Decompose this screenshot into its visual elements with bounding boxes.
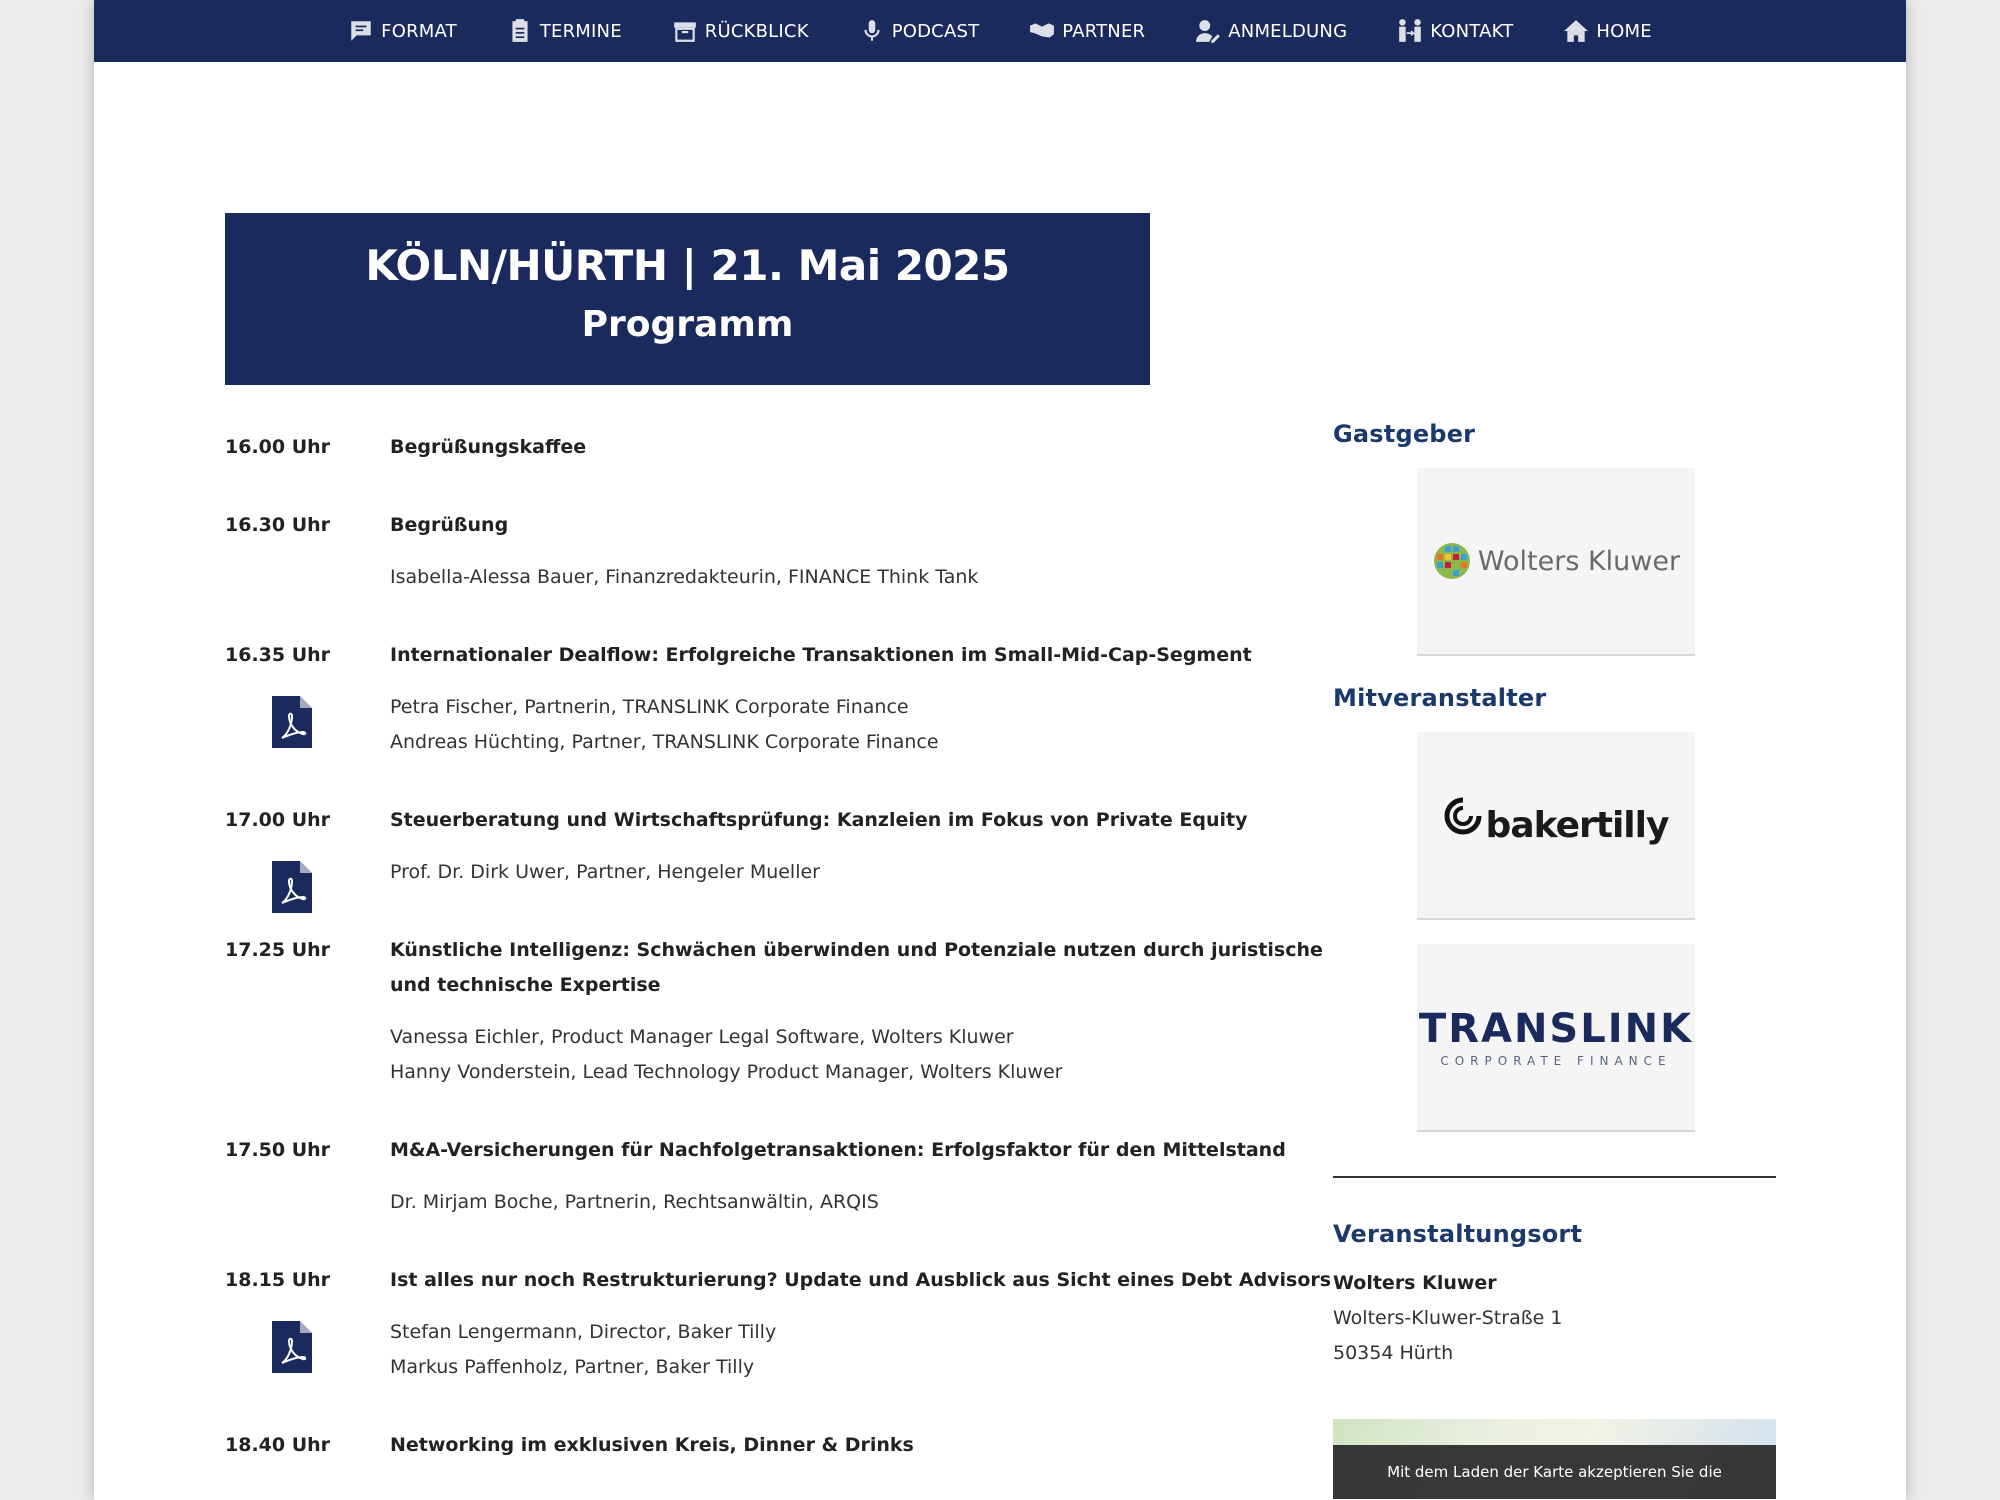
programme-list: 16.00 Uhr Begrüßungskaffee 16.30 Uhr Beg…	[225, 430, 1365, 1463]
nav-label: ANMELDUNG	[1228, 20, 1348, 42]
wolters-kluwer-logo	[1433, 543, 1470, 579]
programme-title: Begrüßung	[390, 514, 509, 536]
venue-map[interactable]: Mit dem Laden der Karte akzeptieren Sie …	[1333, 1419, 1776, 1499]
programme-item: 17.50 Uhr M&A-Versicherungen für Nachfol…	[225, 1133, 1365, 1220]
programme-item: 18.40 Uhr Networking im exklusiven Kreis…	[225, 1428, 1365, 1463]
programme-time: 16.30 Uhr	[225, 514, 331, 536]
sidebar-divider	[1333, 1176, 1776, 1178]
programme-item: 16.00 Uhr Begrüßungskaffee	[225, 430, 1365, 465]
nav-label: HOME	[1596, 20, 1652, 42]
nav-item-anmeldung[interactable]: ANMELDUNG	[1170, 0, 1372, 62]
programme-time: 18.40 Uhr	[225, 1434, 331, 1456]
archive-box-icon	[673, 22, 696, 42]
nav-label: TERMINE	[539, 20, 622, 42]
speaker: Dr. Mirjam Boche, Partnerin, Rechtsanwäl…	[390, 1191, 879, 1213]
speaker: Andreas Hüchting, Partner, TRANSLINK Cor…	[390, 731, 939, 753]
microphone-icon	[864, 20, 880, 41]
translink-logo-subtext: CORPORATE FINANCE	[1440, 1054, 1672, 1068]
programme-title: Internationaler Dealflow: Erfolgreiche T…	[390, 644, 1252, 666]
venue-city: 50354 Hürth	[1333, 1342, 1454, 1364]
programme-time: 17.25 Uhr	[225, 939, 331, 961]
speaker: Vanessa Eichler, Product Manager Legal S…	[390, 1026, 1014, 1048]
nav-item-format[interactable]: FORMAT	[323, 0, 482, 62]
nav-item-home[interactable]: HOME	[1538, 0, 1676, 62]
venue-street: Wolters-Kluwer-Straße 1	[1333, 1307, 1563, 1329]
host-heading: Gastgeber	[1333, 420, 1476, 448]
programme-item: 16.35 Uhr Internationaler Dealflow: Erfo…	[225, 638, 1365, 760]
programme-time: 17.50 Uhr	[225, 1139, 331, 1161]
page: FORMAT TERMINE RÜCKBLICK PODCAST PARTNER…	[94, 0, 1906, 1500]
nav-item-podcast[interactable]: PODCAST	[834, 0, 1005, 62]
bakertilly-swirl-icon	[1444, 797, 1482, 835]
nav-item-kontakt[interactable]: KONTAKT	[1372, 0, 1538, 62]
speaker: Stefan Lengermann, Director, Baker Tilly	[390, 1321, 777, 1343]
speech-bubble-icon	[351, 21, 371, 41]
pdf-download-icon[interactable]	[272, 861, 312, 913]
bakertilly-logo-text: bakertilly	[1485, 804, 1670, 846]
nav-label: PARTNER	[1062, 20, 1146, 42]
programme-item: 17.00 Uhr Steuerberatung und Wirtschafts…	[225, 803, 1365, 913]
speaker: Prof. Dr. Dirk Uwer, Partner, Hengeler M…	[390, 861, 820, 883]
main-nav: FORMAT TERMINE RÜCKBLICK PODCAST PARTNER…	[94, 0, 1906, 62]
handshake-icon	[1030, 23, 1055, 38]
host-logo-wolters-kluwer[interactable]: Wolters Kluwer	[1417, 468, 1695, 656]
programme-title: Künstliche Intelligenz: Schwächen überwi…	[390, 939, 1323, 996]
map-consent-note: Mit dem Laden der Karte akzeptieren Sie …	[1333, 1445, 1776, 1499]
speaker: Hanny Vonderstein, Lead Technology Produ…	[390, 1061, 1063, 1083]
programme-title: M&A-Versicherungen für Nachfolgetransakt…	[390, 1139, 1286, 1161]
nav-item-termine[interactable]: TERMINE	[482, 0, 647, 62]
pdf-download-icon[interactable]	[272, 696, 312, 748]
house-icon	[1564, 20, 1589, 42]
coorganizer-logo-translink[interactable]: TRANSLINK CORPORATE FINANCE	[1417, 944, 1695, 1132]
nav-item-partner[interactable]: PARTNER	[1004, 0, 1170, 62]
translink-logo-text: TRANSLINK	[1418, 1006, 1694, 1052]
page-title: KÖLN/HÜRTH | 21. Mai 2025	[365, 241, 1010, 290]
people-arrows-icon	[1399, 19, 1422, 42]
host-logo-text: Wolters Kluwer	[1477, 545, 1681, 577]
nav-label: KONTAKT	[1430, 20, 1514, 42]
programme-title: Begrüßungskaffee	[390, 436, 587, 458]
nav-label: RÜCKBLICK	[704, 20, 809, 42]
programme-title: Ist alles nur noch Restrukturierung? Upd…	[390, 1269, 1332, 1291]
programme-title: Networking im exklusiven Kreis, Dinner &…	[390, 1434, 914, 1456]
coorganizer-logo-bakertilly[interactable]: bakertilly	[1417, 732, 1695, 920]
pdf-download-icon[interactable]	[272, 1321, 312, 1373]
speaker: Isabella-Alessa Bauer, Finanzredakteurin…	[390, 566, 979, 588]
nav-label: FORMAT	[381, 20, 457, 42]
nav-item-rueckblick[interactable]: RÜCKBLICK	[647, 0, 834, 62]
programme-title: Steuerberatung und Wirtschaftsprüfung: K…	[390, 809, 1248, 831]
venue-name: Wolters Kluwer	[1333, 1272, 1497, 1294]
venue-heading: Veranstaltungsort	[1333, 1220, 1583, 1248]
programme-item: 16.30 Uhr Begrüßung Isabella-Alessa Baue…	[225, 508, 1365, 595]
clipboard-icon	[512, 19, 528, 42]
programme-item: 17.25 Uhr Künstliche Intelligenz: Schwäc…	[225, 933, 1365, 1090]
page-subtitle: Programm	[581, 304, 794, 345]
sidebar: Gastgeber Wolters Kluwer Mitveranstalter	[1333, 420, 1776, 1499]
programme-time: 16.00 Uhr	[225, 436, 331, 458]
coorganizer-heading: Mitveranstalter	[1333, 684, 1547, 712]
speaker: Markus Paffenholz, Partner, Baker Tilly	[390, 1356, 755, 1378]
programme-item: 18.15 Uhr Ist alles nur noch Restrukturi…	[225, 1263, 1365, 1385]
speaker: Petra Fischer, Partnerin, TRANSLINK Corp…	[390, 696, 909, 718]
nav-label: PODCAST	[891, 20, 980, 42]
hero-banner: KÖLN/HÜRTH | 21. Mai 2025 Programm	[225, 213, 1150, 385]
user-pencil-icon	[1196, 20, 1221, 43]
